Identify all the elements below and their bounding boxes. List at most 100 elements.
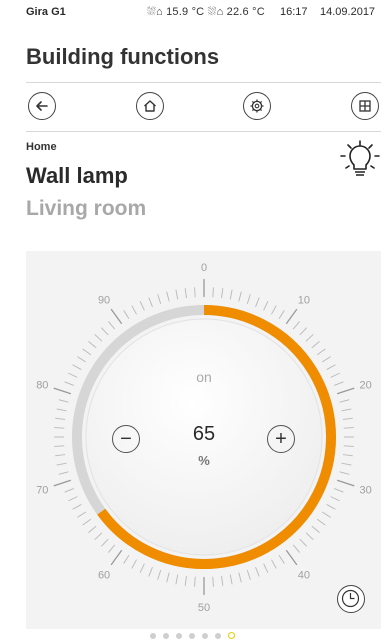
dial-tick (139, 301, 145, 311)
dial-scale-label: 40 (298, 570, 310, 582)
page-dot[interactable] (176, 633, 182, 639)
dial-tick (166, 572, 170, 583)
decrease-button[interactable]: − (112, 425, 140, 453)
dial-tick (110, 308, 123, 325)
dial-tick (212, 287, 214, 298)
dial-scale-label: 10 (298, 294, 310, 306)
home-button[interactable] (136, 92, 164, 120)
page-dot[interactable] (202, 633, 208, 639)
dial-tick (148, 567, 153, 577)
dial-tick (82, 518, 92, 526)
breadcrumb[interactable]: Home (26, 141, 57, 153)
dial-tick (53, 479, 72, 487)
page-dot[interactable] (215, 633, 221, 639)
dial-tick (221, 575, 224, 586)
increase-button[interactable]: + (267, 425, 295, 453)
dial-tick (336, 479, 355, 487)
clock-date: 14.09.2017 (320, 6, 376, 18)
dial-tick (263, 301, 269, 311)
brand-name: Gira G1 (26, 6, 66, 18)
dial-tick (64, 381, 74, 386)
dial-tick (229, 289, 233, 300)
dial-tick (72, 504, 82, 510)
dial-tick (246, 294, 251, 304)
temperature-readout: ⛆⌂ 15.9 °C ⛆⌂ 22.6 °C (147, 6, 265, 18)
dial-tick (77, 356, 87, 363)
dial-tick (131, 305, 137, 315)
dial-scale-label: 70 (36, 485, 48, 497)
dial-tick (311, 525, 320, 533)
dial-tick (330, 496, 340, 502)
dial-tick (299, 327, 308, 336)
dial-tick (157, 294, 162, 304)
lamp-bulb-icon (340, 140, 380, 176)
clock-time: 16:17 (280, 6, 308, 18)
dial-tick (55, 454, 66, 457)
dial-tick (339, 399, 350, 403)
room-name: Living room (26, 197, 147, 220)
page-title: Building functions (26, 44, 220, 69)
dial-tick (316, 518, 326, 526)
dial-tick (82, 348, 92, 356)
dial-tick (184, 288, 187, 299)
dial-tick (56, 462, 67, 466)
dial-tick (175, 574, 179, 585)
dial-tick (100, 538, 109, 547)
dial-tick (343, 445, 354, 447)
dial-tick (72, 364, 82, 370)
status-bar: Gira G1 ⛆⌂ 15.9 °C ⛆⌂ 22.6 °C 16:17 14.0… (0, 0, 391, 30)
back-arrow-icon (36, 101, 48, 111)
dial-tick (68, 496, 78, 502)
dial-tick (299, 538, 308, 547)
dial-tick (64, 488, 74, 493)
dial-tick (263, 563, 269, 573)
divider (26, 82, 381, 83)
home-icon (144, 100, 156, 112)
dial-tick (278, 554, 285, 564)
dial-tick (278, 310, 285, 320)
dial-tick (56, 408, 67, 412)
back-button[interactable] (28, 92, 56, 120)
dial-tick (53, 387, 72, 395)
dial-tick (326, 364, 336, 370)
timer-button[interactable] (337, 585, 365, 613)
page-dot[interactable] (189, 633, 195, 639)
dial-tick (88, 341, 97, 349)
settings-button[interactable] (243, 92, 271, 120)
dial-tick (54, 445, 65, 447)
dial-tick (110, 549, 123, 566)
dial-tick (246, 570, 251, 580)
dial-scale-label: 50 (198, 602, 210, 614)
dial-tick (58, 471, 69, 475)
dial-tick (148, 297, 153, 307)
page-dot[interactable] (150, 633, 156, 639)
dial-tick (184, 575, 187, 586)
dial-scale-label: 60 (98, 570, 110, 582)
dial-tick (123, 554, 130, 564)
dial-tick (123, 310, 130, 320)
dial-tick (326, 504, 336, 510)
page-dot[interactable] (163, 633, 169, 639)
dial-tick (321, 511, 331, 518)
dial-tick (221, 288, 224, 299)
dial-tick (342, 417, 353, 420)
dial-tick (238, 572, 242, 583)
dial-tick (157, 570, 162, 580)
dial-scale-label: 80 (36, 379, 48, 391)
dial-tick (334, 488, 344, 493)
dial-tick (238, 291, 242, 302)
dial-tick (139, 563, 145, 573)
dial-tick (305, 333, 314, 342)
dial-scale-label: 90 (98, 294, 110, 306)
grid-view-button[interactable] (351, 92, 379, 120)
dial-tick (285, 549, 298, 566)
dial-tick (341, 408, 352, 412)
grid-icon (359, 100, 371, 112)
dial-tick (175, 289, 179, 300)
page-dot[interactable] (228, 632, 235, 639)
dial-tick (285, 308, 298, 325)
dial-tick (336, 387, 355, 395)
dial-tick (271, 305, 277, 315)
dial-tick (54, 427, 65, 429)
dial-tick (316, 348, 326, 356)
